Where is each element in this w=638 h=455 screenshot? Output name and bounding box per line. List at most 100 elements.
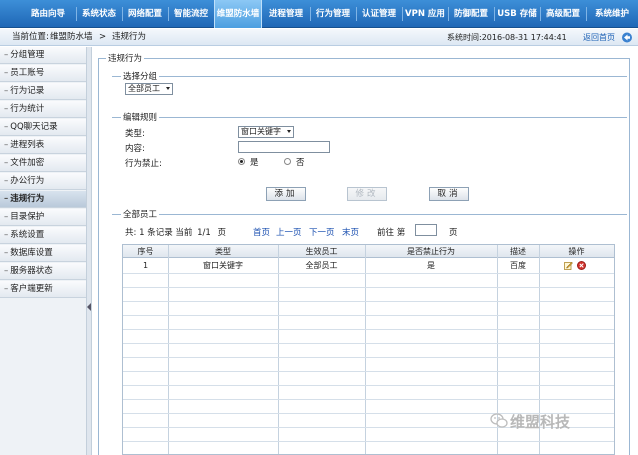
- pager-first-link[interactable]: 首页: [253, 226, 270, 238]
- cancel-button[interactable]: 取消: [429, 187, 469, 201]
- row-divider: [123, 399, 614, 400]
- sidebar-item-group-mgmt[interactable]: – 分组管理: [0, 47, 86, 64]
- sidebar-dash: –: [4, 158, 9, 168]
- row-1-type: 窗口关键字: [203, 261, 243, 270]
- sidebar-item-label: 行为统计: [10, 104, 45, 114]
- row-1-no: 1: [142, 261, 149, 270]
- watermark: 维盟科技: [510, 413, 571, 431]
- group-select[interactable]: 全部员工: [125, 83, 173, 95]
- edit-section-legend: 编辑规则: [121, 111, 160, 123]
- delete-icon[interactable]: [577, 261, 586, 270]
- type-select[interactable]: 窗口关键字: [238, 126, 294, 138]
- col-header-no: 序号: [137, 247, 154, 256]
- sidebar-splitter[interactable]: [86, 47, 92, 455]
- nav-advanced-config[interactable]: 高级配置: [540, 0, 586, 28]
- row-divider: [123, 357, 614, 358]
- sidebar-item-label: 办公行为: [10, 176, 45, 186]
- col-header-type: 类型: [215, 247, 231, 256]
- group-select-value: 全部员工: [128, 84, 160, 93]
- sidebar-dash: –: [4, 50, 9, 60]
- sidebar-dash: –: [4, 212, 9, 222]
- nav-system-status[interactable]: 系统状态: [76, 0, 122, 28]
- sidebar-item-client-update[interactable]: – 客户端更新: [0, 281, 86, 298]
- nav-process-mgmt[interactable]: 进程管理: [262, 0, 310, 28]
- nav-usb-storage[interactable]: USB 存储: [494, 0, 540, 28]
- sidebar-item-behavior-stats[interactable]: – 行为统计: [0, 101, 86, 118]
- sidebar-item-label: 服务器状态: [10, 266, 53, 276]
- pager-current-prefix: 当前: [175, 228, 193, 238]
- breadcrumb-current: 违规行为: [112, 32, 147, 42]
- home-link[interactable]: 返回首页: [583, 29, 615, 46]
- forbid-yes-label: 是: [250, 158, 259, 168]
- sidebar-item-system-settings[interactable]: – 系统设置: [0, 227, 86, 244]
- sidebar-item-label: 目录保护: [10, 212, 45, 222]
- nav-vpn[interactable]: VPN 应用: [402, 0, 448, 28]
- pager-next-link[interactable]: 下一页: [309, 226, 335, 238]
- sidebar-item-staff-account[interactable]: – 员工账号: [0, 65, 86, 82]
- edit-icon[interactable]: [564, 261, 573, 270]
- nav-auth-mgmt[interactable]: 认证管理: [356, 0, 402, 28]
- home-arrow-icon[interactable]: [621, 32, 633, 43]
- sidebar-item-dir-protect[interactable]: – 目录保护: [0, 209, 86, 226]
- nav-behavior-mgmt[interactable]: 行为管理: [310, 0, 356, 28]
- panel-title: 违规行为: [106, 52, 145, 64]
- system-time-value: 2016-08-31 17:44:41: [481, 33, 567, 42]
- chevron-down-icon: [287, 130, 291, 133]
- col-header-desc: 描述: [510, 247, 526, 256]
- nav-smart-flow[interactable]: 智能流控: [168, 0, 214, 28]
- sidebar-dash: –: [4, 176, 9, 186]
- nav-network-config[interactable]: 网络配置: [122, 0, 168, 28]
- content-label: 内容:: [125, 144, 145, 154]
- sidebar-item-label: 分组管理: [10, 50, 45, 60]
- sidebar-dash: –: [4, 68, 9, 78]
- pager-goto-input[interactable]: [415, 224, 437, 236]
- nav-system-maintenance[interactable]: 系统维护: [586, 0, 638, 28]
- add-button[interactable]: 添加: [266, 187, 306, 201]
- pager-last-link[interactable]: 末页: [342, 226, 359, 238]
- sidebar-dash: –: [4, 140, 9, 150]
- sidebar-item-file-encrypt[interactable]: – 文件加密: [0, 155, 86, 172]
- sidebar-item-label: 文件加密: [10, 158, 45, 168]
- sidebar-item-behavior-log[interactable]: – 行为记录: [0, 83, 86, 100]
- row-1-staff: 全部员工: [305, 261, 338, 270]
- nav-route-wizard[interactable]: 路由向导: [22, 0, 74, 28]
- col-header-staff: 生效员工: [305, 247, 338, 256]
- system-time: 系统时间:2016-08-31 17:44:41: [447, 29, 567, 46]
- edit-section-line: [112, 117, 627, 118]
- sidebar-item-violation[interactable]: – 违规行为: [0, 191, 86, 208]
- sidebar-item-label: 进程列表: [10, 140, 45, 150]
- pager-prev-link[interactable]: 上一页: [276, 226, 302, 238]
- sidebar-dash: –: [4, 122, 9, 132]
- pager-total: 1: [139, 228, 145, 238]
- nav-firewall[interactable]: 维盟防水墙: [214, 0, 262, 28]
- forbid-label: 行为禁止:: [125, 159, 162, 169]
- row-divider: [123, 315, 614, 316]
- row-divider: [123, 343, 614, 344]
- forbid-no-radio[interactable]: [284, 158, 291, 165]
- row-divider: [123, 301, 614, 302]
- row-divider: [123, 385, 614, 386]
- edit-button[interactable]: 修改: [347, 187, 387, 201]
- collapse-arrow-icon[interactable]: [87, 303, 91, 311]
- sidebar-item-server-status[interactable]: – 服务器状态: [0, 263, 86, 280]
- type-label: 类型:: [125, 129, 145, 139]
- pager-total-prefix: 共:: [125, 228, 137, 238]
- forbid-yes-radio[interactable]: [238, 158, 245, 165]
- sidebar-dash: –: [4, 230, 9, 240]
- sidebar-item-process-list[interactable]: – 进程列表: [0, 137, 86, 154]
- breadcrumb-parent[interactable]: 维盟防水墙: [50, 29, 93, 46]
- sidebar-item-qq-chat[interactable]: – QQ聊天记录: [0, 119, 86, 136]
- pager-total-suffix: 条记录: [147, 228, 173, 238]
- chevron-down-icon: [166, 87, 170, 90]
- breadcrumb-prefix: 当前位置:: [12, 32, 49, 42]
- content-input[interactable]: [238, 141, 330, 153]
- sidebar-item-office-behavior[interactable]: – 办公行为: [0, 173, 86, 190]
- system-time-label: 系统时间:: [447, 33, 482, 42]
- nav-defense-config[interactable]: 防御配置: [448, 0, 494, 28]
- sidebar-dash: –: [4, 266, 9, 276]
- sidebar-dash: –: [4, 284, 9, 294]
- pager-goto-prefix: 前往 第: [377, 228, 406, 238]
- pager-page-suffix: 页: [217, 228, 227, 238]
- row-divider: [123, 441, 614, 442]
- sidebar-item-database-settings[interactable]: – 数据库设置: [0, 245, 86, 262]
